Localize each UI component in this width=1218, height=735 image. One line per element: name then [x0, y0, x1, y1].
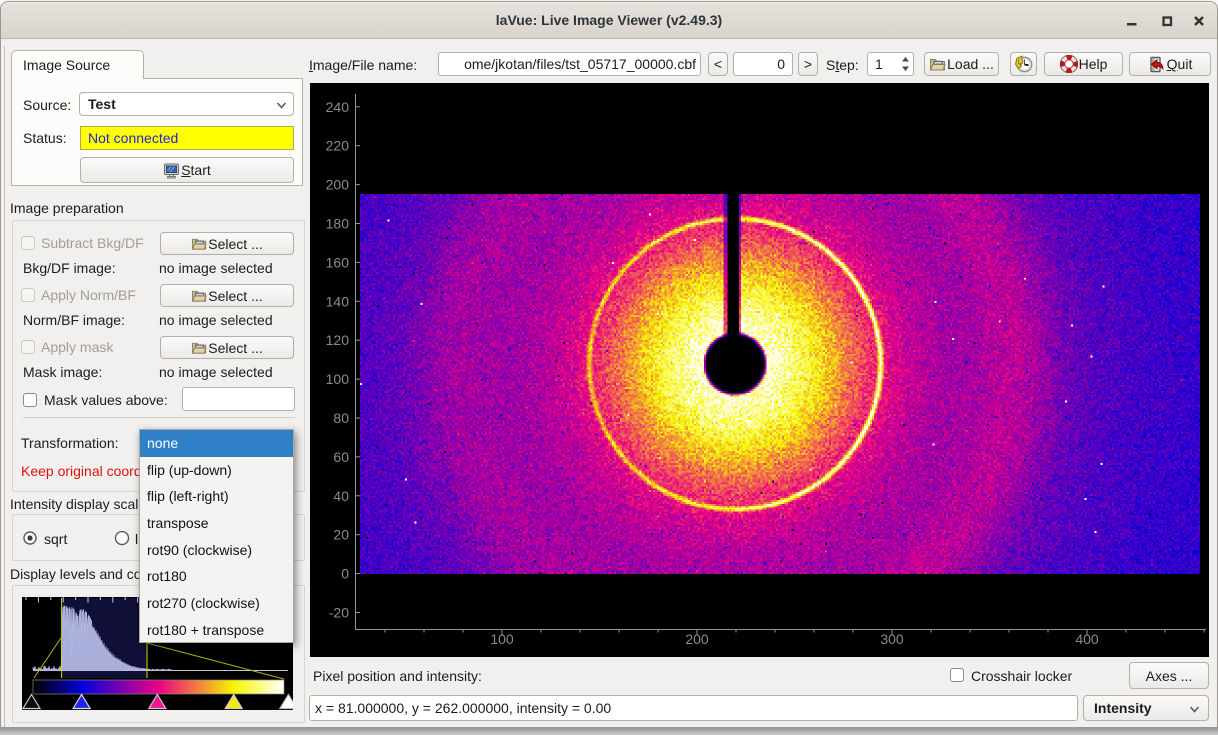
- svg-text:-20: -20: [329, 605, 349, 621]
- svg-text:140: 140: [326, 293, 350, 309]
- svg-text:200: 200: [685, 631, 709, 647]
- svg-text:20: 20: [333, 527, 349, 543]
- svg-text:240: 240: [326, 99, 350, 115]
- svg-text:120: 120: [326, 332, 350, 348]
- svg-text:220: 220: [326, 138, 350, 154]
- svg-text:200: 200: [326, 177, 350, 193]
- svg-text:80: 80: [333, 410, 349, 426]
- svg-text:60: 60: [333, 449, 349, 465]
- svg-text:400: 400: [1075, 631, 1099, 647]
- svg-text:160: 160: [326, 254, 350, 270]
- svg-text:180: 180: [326, 216, 350, 232]
- svg-text:100: 100: [490, 631, 514, 647]
- svg-text:40: 40: [333, 488, 349, 504]
- svg-text:100: 100: [326, 371, 350, 387]
- svg-text:300: 300: [880, 631, 904, 647]
- svg-text:0: 0: [341, 566, 349, 582]
